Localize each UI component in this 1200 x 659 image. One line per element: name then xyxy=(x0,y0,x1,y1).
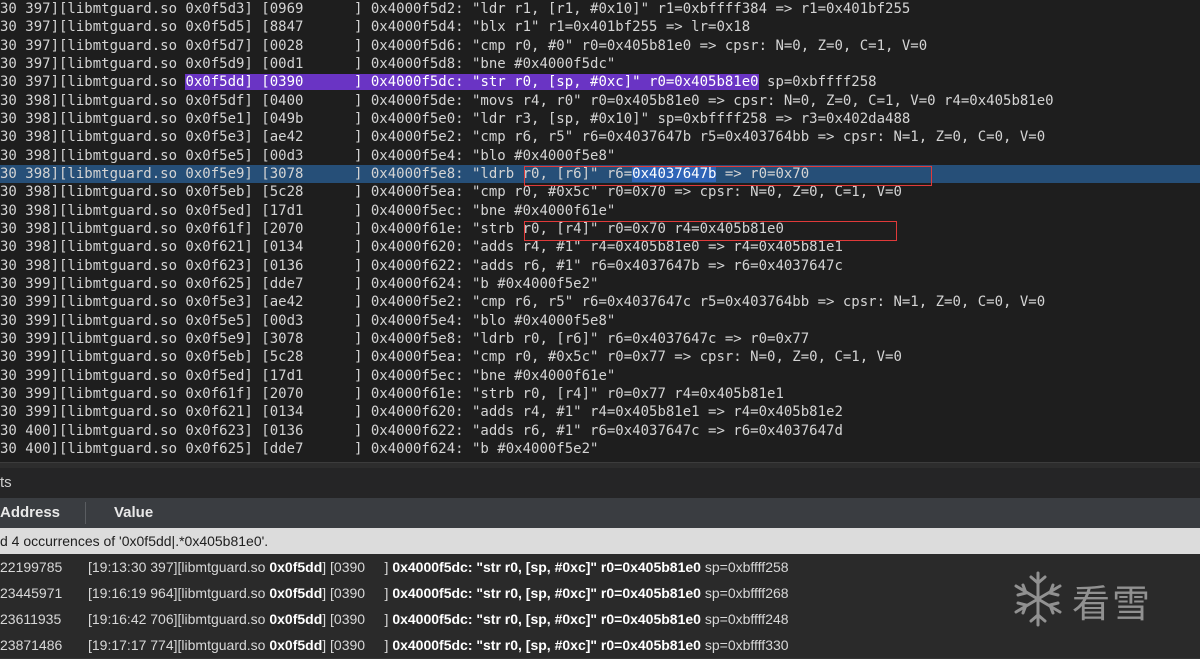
trace-line-text: 30 398][libmtguard.so 0x0f5e1] [049b ] 0… xyxy=(0,110,911,127)
trace-line[interactable]: 30 398][libmtguard.so 0x0f5df] [0400 ] 0… xyxy=(0,92,1054,110)
result-row[interactable]: 23871486 [19:17:17 774][libmtguard.so 0x0… xyxy=(0,632,1200,659)
annotation-box-ldrb xyxy=(524,166,932,186)
result-value-code: ] [0390 ] xyxy=(322,637,393,653)
trace-line[interactable]: 30 399][libmtguard.so 0x0f625] [dde7 ] 0… xyxy=(0,275,598,293)
trace-line-text: sp=0xbffff258 xyxy=(758,74,877,91)
result-value-tail: sp=0xbffff258 xyxy=(700,559,789,575)
trace-line-text: 30 398][libmtguard.so 0x0f5df] [0400 ] 0… xyxy=(0,92,1054,109)
trace-line-text: 30 397][libmtguard.so 0x0f5d3] [0969 ] 0… xyxy=(0,1,911,17)
trace-line[interactable]: 30 399][libmtguard.so 0x0f61f] [2070 ] 0… xyxy=(0,385,784,403)
annotation-box-strb xyxy=(524,221,897,241)
trace-line[interactable]: 30 397][libmtguard.so 0x0f5d5] [8847 ] 0… xyxy=(0,18,750,36)
results-panel-title-text: ts xyxy=(0,474,12,491)
result-value-ins: 0x4000f5dc: "str r0, [sp, #0xc]" r0=0x40… xyxy=(392,611,701,627)
result-value-code: ] [0390 ] xyxy=(322,559,393,575)
trace-line-text: 30 399][libmtguard.so 0x0f5eb] [5c28 ] 0… xyxy=(0,349,902,366)
result-address: 22199785 xyxy=(0,559,63,575)
trace-line[interactable]: 30 397][libmtguard.so 0x0f5dd] [0390 ] 0… xyxy=(0,73,877,91)
result-address: 23871486 xyxy=(0,637,63,653)
trace-line-text: 30 398][libmtguard.so 0x0f621] [0134 ] 0… xyxy=(0,239,843,256)
result-value-ins: 0x4000f5dc: "str r0, [sp, #0xc]" r0=0x40… xyxy=(392,637,701,653)
result-value-time: [19:16:42 706][libmtguard.so xyxy=(88,611,270,627)
column-value-header[interactable]: Value xyxy=(114,498,153,528)
result-value-code: ] [0390 ] xyxy=(322,585,393,601)
trace-line[interactable]: 30 398][libmtguard.so 0x0f5ed] [17d1 ] 0… xyxy=(0,202,615,220)
result-value-ins: 0x4000f5dc: "str r0, [sp, #0xc]" r0=0x40… xyxy=(392,559,701,575)
result-value-time: [19:13:30 397][libmtguard.so xyxy=(88,559,270,575)
search-summary-text: d 4 occurrences of '0x0f5dd|.*0x405b81e0… xyxy=(0,533,269,549)
trace-line-text: 30 398][libmtguard.so 0x0f5e3] [ae42 ] 0… xyxy=(0,129,1046,146)
trace-line-text: 30 397][libmtguard.so 0x0f5d7] [0028 ] 0… xyxy=(0,37,928,54)
result-value-time: [19:16:19 964][libmtguard.so xyxy=(88,585,270,601)
trace-line-text: 30 398][libmtguard.so 0x0f5eb] [5c28 ] 0… xyxy=(0,184,902,201)
trace-line-text: 30 399][libmtguard.so 0x0f5ed] [17d1 ] 0… xyxy=(0,367,616,384)
result-value-tail: sp=0xbffff330 xyxy=(700,637,789,653)
search-summary: d 4 occurrences of '0x0f5dd|.*0x405b81e0… xyxy=(0,528,1200,554)
column-address-header[interactable]: Address xyxy=(0,498,60,528)
results-column-header: Address Value xyxy=(0,498,1200,528)
kanxue-watermark: 看雪 xyxy=(1010,565,1190,635)
trace-line[interactable]: 30 399][libmtguard.so 0x0f621] [0134 ] 0… xyxy=(0,403,843,421)
result-value: [19:16:42 706][libmtguard.so 0x0f5dd] [0… xyxy=(88,606,789,632)
trace-line[interactable]: 30 399][libmtguard.so 0x0f5eb] [5c28 ] 0… xyxy=(0,348,902,366)
trace-line-text: 30 399][libmtguard.so 0x0f5e9] [3078 ] 0… xyxy=(0,330,810,347)
trace-line-text: 30 398][libmtguard.so 0x0f5ed] [17d1 ] 0… xyxy=(0,202,616,219)
trace-line[interactable]: 30 398][libmtguard.so 0x0f623] [0136 ] 0… xyxy=(0,257,843,275)
result-value-tail: sp=0xbffff268 xyxy=(700,585,789,601)
result-value-time: [19:17:17 774][libmtguard.so xyxy=(88,637,270,653)
trace-line[interactable]: 30 399][libmtguard.so 0x0f5e5] [00d3 ] 0… xyxy=(0,312,615,330)
trace-line-text: 30 397][libmtguard.so xyxy=(0,74,186,91)
result-address: 23611935 xyxy=(0,611,62,627)
trace-line-text: 30 397][libmtguard.so 0x0f5d9] [00d1 ] 0… xyxy=(0,55,616,72)
column-divider[interactable] xyxy=(85,502,86,524)
trace-line-text: 30 398][libmtguard.so 0x0f5e5] [00d3 ] 0… xyxy=(0,147,616,164)
result-value-off: 0x0f5dd xyxy=(269,637,323,653)
trace-line[interactable]: 30 398][libmtguard.so 0x0f5e1] [049b ] 0… xyxy=(0,110,910,128)
trace-line-text: 30 400][libmtguard.so 0x0f625] [dde7 ] 0… xyxy=(0,440,599,457)
result-value: [19:13:30 397][libmtguard.so 0x0f5dd] [0… xyxy=(88,554,789,580)
result-address: 23445971 xyxy=(0,585,63,601)
result-value: [19:17:17 774][libmtguard.so 0x0f5dd] [0… xyxy=(88,632,789,658)
trace-line-text: 30 399][libmtguard.so 0x0f5e5] [00d3 ] 0… xyxy=(0,312,616,329)
result-value: [19:16:19 964][libmtguard.so 0x0f5dd] [0… xyxy=(88,580,789,606)
result-value-off: 0x0f5dd xyxy=(269,559,323,575)
trace-line-text: 30 399][libmtguard.so 0x0f625] [dde7 ] 0… xyxy=(0,275,599,292)
trace-line[interactable]: 30 399][libmtguard.so 0x0f5ed] [17d1 ] 0… xyxy=(0,367,615,385)
trace-line-text: 30 399][libmtguard.so 0x0f5e3] [ae42 ] 0… xyxy=(0,294,1046,311)
trace-line[interactable]: 30 399][libmtguard.so 0x0f5e3] [ae42 ] 0… xyxy=(0,293,1045,311)
trace-line-text: 30 399][libmtguard.so 0x0f621] [0134 ] 0… xyxy=(0,404,843,421)
trace-line-text: 30 398][libmtguard.so 0x0f623] [0136 ] 0… xyxy=(0,257,843,274)
result-value-code: ] [0390 ] xyxy=(322,611,393,627)
result-value-ins: 0x4000f5dc: "str r0, [sp, #0xc]" r0=0x40… xyxy=(392,585,701,601)
result-value-off: 0x0f5dd xyxy=(269,585,323,601)
search-match-highlight: 0x0f5dd] [0390 ] 0x4000f5dc: "str r0, [s… xyxy=(185,74,759,91)
result-value-off: 0x0f5dd xyxy=(269,611,323,627)
result-value-tail: sp=0xbffff248 xyxy=(700,611,789,627)
snowflake-icon xyxy=(1014,571,1062,627)
trace-line[interactable]: 30 398][libmtguard.so 0x0f5e5] [00d3 ] 0… xyxy=(0,147,615,165)
trace-line-text: 30 399][libmtguard.so 0x0f61f] [2070 ] 0… xyxy=(0,385,784,402)
trace-line-text: 30 397][libmtguard.so 0x0f5d5] [8847 ] 0… xyxy=(0,19,751,36)
trace-line[interactable]: 30 397][libmtguard.so 0x0f5d9] [00d1 ] 0… xyxy=(0,55,615,73)
trace-line[interactable]: 30 397][libmtguard.so 0x0f5d3] [0969 ] 0… xyxy=(0,0,910,18)
trace-line[interactable]: 30 398][libmtguard.so 0x0f5e3] [ae42 ] 0… xyxy=(0,128,1045,146)
trace-line[interactable]: 30 400][libmtguard.so 0x0f623] [0136 ] 0… xyxy=(0,422,843,440)
trace-line[interactable]: 30 399][libmtguard.so 0x0f5e9] [3078 ] 0… xyxy=(0,330,809,348)
watermark-text: 看雪 xyxy=(1072,582,1153,626)
trace-line[interactable]: 30 397][libmtguard.so 0x0f5d7] [0028 ] 0… xyxy=(0,37,927,55)
trace-line[interactable]: 30 400][libmtguard.so 0x0f625] [dde7 ] 0… xyxy=(0,440,598,458)
trace-line-text: 30 400][libmtguard.so 0x0f623] [0136 ] 0… xyxy=(0,422,843,439)
results-panel-title: ts xyxy=(0,468,1200,498)
